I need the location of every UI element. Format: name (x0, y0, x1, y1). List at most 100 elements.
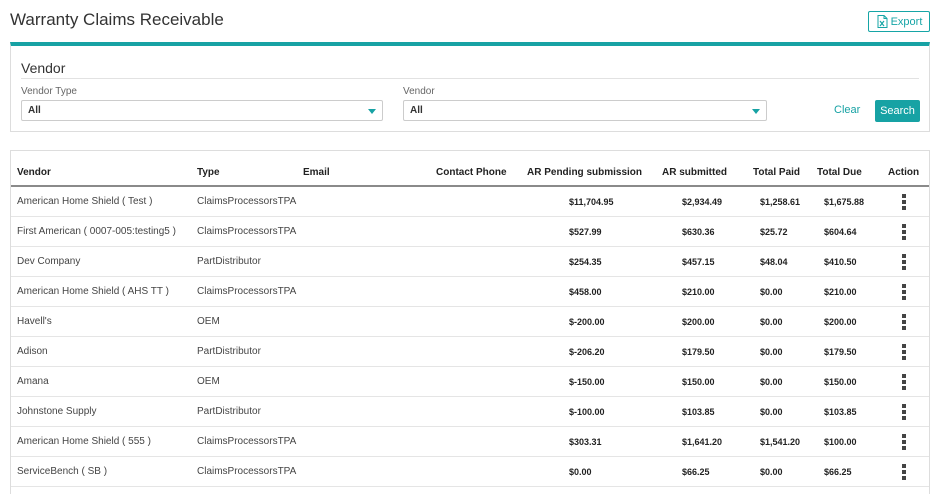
kebab-menu-icon[interactable] (901, 344, 907, 360)
table-row: Adison PartDistributor $-206.20 $179.50 $0.0… (11, 337, 929, 367)
vendor-type-label: Vendor Type (21, 86, 77, 97)
filter-panel-title: Vendor (21, 60, 66, 76)
vendor-cell: First American ( 0007-005:testing5 ) (17, 226, 176, 237)
type-cell: ClaimsProcessorsTPA (197, 286, 297, 297)
ar-submitted-cell: $210.00 (682, 287, 715, 297)
vendor-select[interactable]: All (403, 100, 767, 121)
vendor-cell: American Home Shield ( Test ) (17, 196, 153, 207)
ar-pending-cell: $-150.00 (569, 377, 605, 387)
kebab-menu-icon[interactable] (901, 374, 907, 390)
type-cell: OEM (197, 376, 220, 387)
header-ar-submitted[interactable]: AR submitted (662, 167, 727, 178)
total-due-cell: $200.00 (824, 317, 857, 327)
ar-submitted-cell: $150.00 (682, 377, 715, 387)
type-cell: OEM (197, 316, 220, 327)
excel-file-icon (876, 15, 888, 28)
vendor-label: Vendor (403, 86, 435, 97)
kebab-menu-icon[interactable] (901, 434, 907, 450)
ar-pending-cell: $-200.00 (569, 317, 605, 327)
header-ar-pending[interactable]: AR Pending submission (527, 167, 642, 178)
ar-pending-cell: $11,704.95 (569, 197, 614, 207)
ar-pending-cell: $254.35 (569, 257, 602, 267)
table-row: Dev Company PartDistributor $254.35 $457.15… (11, 247, 929, 277)
table-row: First American ( 0007-005:testing5 ) Clai… (11, 217, 929, 247)
type-cell: ClaimsProcessorsTPA (197, 436, 297, 447)
kebab-menu-icon[interactable] (901, 464, 907, 480)
vendor-type-value: All (28, 105, 41, 116)
clear-button[interactable]: Clear (834, 104, 860, 116)
vendor-cell: Havell's (17, 316, 52, 327)
total-paid-cell: $48.04 (760, 257, 788, 267)
vendor-cell: Dev Company (17, 256, 81, 267)
caret-down-icon (368, 109, 376, 114)
ar-submitted-cell: $1,641.20 (682, 437, 723, 447)
kebab-menu-icon[interactable] (901, 194, 907, 210)
kebab-menu-icon[interactable] (901, 224, 907, 240)
total-due-cell: $150.00 (824, 377, 857, 387)
vendor-cell: Adison (17, 346, 48, 357)
type-cell: PartDistributor (197, 346, 261, 357)
ar-pending-cell: $-100.00 (569, 407, 605, 417)
total-paid-cell: $0.00 (760, 347, 783, 357)
ar-submitted-cell: $2,934.49 (682, 197, 723, 207)
claims-table: Vendor Type Email Contact Phone AR Pendi… (10, 150, 930, 494)
total-paid-cell: $0.00 (760, 377, 783, 387)
vendor-cell: American Home Shield ( 555 ) (17, 436, 151, 447)
page-title: Warranty Claims Receivable (10, 10, 224, 29)
search-button[interactable]: Search (875, 100, 920, 122)
total-due-cell: $604.64 (824, 227, 857, 237)
total-due-cell: $1,675.88 (824, 197, 865, 207)
header-total-due[interactable]: Total Due (817, 167, 862, 178)
vendor-filter-panel: Vendor Vendor Type All Vendor All Clear … (10, 42, 930, 132)
table-header: Vendor Type Email Contact Phone AR Pendi… (11, 151, 929, 187)
type-cell: ClaimsProcessorsTPA (197, 196, 297, 207)
total-due-cell: $66.25 (824, 467, 852, 477)
ar-submitted-cell: $66.25 (682, 467, 710, 477)
kebab-menu-icon[interactable] (901, 254, 907, 270)
header-type[interactable]: Type (197, 167, 220, 178)
total-paid-cell: $0.00 (760, 287, 783, 297)
table-row: Amana OEM $-150.00 $150.00 $0.00 $150.00 (11, 367, 929, 397)
export-button[interactable]: Export (868, 11, 930, 32)
vendor-type-select[interactable]: All (21, 100, 383, 121)
kebab-menu-icon[interactable] (901, 284, 907, 300)
ar-pending-cell: $-206.20 (569, 347, 605, 357)
ar-pending-cell: $458.00 (569, 287, 602, 297)
total-due-cell: $103.85 (824, 407, 857, 417)
total-paid-cell: $0.00 (760, 467, 783, 477)
ar-submitted-cell: $457.15 (682, 257, 715, 267)
caret-down-icon (752, 109, 760, 114)
total-paid-cell: $0.00 (760, 407, 783, 417)
header-total-paid[interactable]: Total Paid (753, 167, 800, 178)
ar-submitted-cell: $200.00 (682, 317, 715, 327)
total-due-cell: $210.00 (824, 287, 857, 297)
ar-pending-cell: $527.99 (569, 227, 602, 237)
header-email[interactable]: Email (303, 167, 330, 178)
ar-submitted-cell: $630.36 (682, 227, 715, 237)
header-contact-phone[interactable]: Contact Phone (436, 167, 507, 178)
type-cell: PartDistributor (197, 256, 261, 267)
table-row: Havell's OEM $-200.00 $200.00 $0.00 $200.00 (11, 307, 929, 337)
ar-submitted-cell: $103.85 (682, 407, 715, 417)
type-cell: ClaimsProcessorsTPA (197, 226, 297, 237)
total-paid-cell: $1,541.20 (760, 437, 801, 447)
filter-divider (21, 78, 919, 79)
kebab-menu-icon[interactable] (901, 314, 907, 330)
total-paid-cell: $25.72 (760, 227, 788, 237)
total-due-cell: $410.50 (824, 257, 857, 267)
table-row (11, 487, 929, 494)
table-row: ServiceBench ( SB ) ClaimsProcessorsTPA $0… (11, 457, 929, 487)
ar-pending-cell: $0.00 (569, 467, 592, 477)
type-cell: PartDistributor (197, 406, 261, 417)
total-paid-cell: $0.00 (760, 317, 783, 327)
vendor-cell: Johnstone Supply (17, 406, 97, 417)
kebab-menu-icon[interactable] (901, 404, 907, 420)
total-due-cell: $179.50 (824, 347, 857, 357)
export-label: Export (890, 15, 923, 28)
header-vendor[interactable]: Vendor (17, 167, 51, 178)
vendor-cell: ServiceBench ( SB ) (17, 466, 108, 477)
ar-pending-cell: $303.31 (569, 437, 602, 447)
table-row: American Home Shield ( Test ) ClaimsProce… (11, 187, 929, 217)
header-action: Action (888, 167, 920, 178)
table-row: American Home Shield ( 555 ) ClaimsProces… (11, 427, 929, 457)
